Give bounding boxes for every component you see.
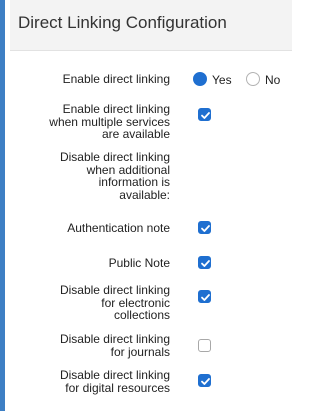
enable-direct-linking-no-label[interactable]: No <box>265 73 280 87</box>
label-line: available: <box>119 187 170 202</box>
journals-checkbox[interactable] <box>198 339 211 352</box>
label-line: for digital resources <box>65 380 170 395</box>
multiple-services-label: Enable direct linking when multiple serv… <box>49 103 170 141</box>
journals-row: Disable direct linking for journals <box>10 333 292 361</box>
digital-resources-checkbox[interactable] <box>198 374 211 387</box>
journals-label: Disable direct linking for journals <box>60 333 170 358</box>
electronic-collections-checkbox[interactable] <box>198 290 211 303</box>
digital-resources-row: Disable direct linking for digital resou… <box>10 369 292 397</box>
label-line: Disable direct linking <box>59 283 170 297</box>
enable-direct-linking-row: Enable direct linking Yes No <box>10 71 292 87</box>
authentication-note-row: Authentication note <box>10 220 292 236</box>
enable-direct-linking-no-radio[interactable] <box>246 72 260 86</box>
electronic-collections-row: Disable direct linking for electronic co… <box>10 284 292 324</box>
additional-info-row: Disable direct linking when additional i… <box>10 151 292 203</box>
electronic-collections-label: Disable direct linking for electronic co… <box>60 284 170 322</box>
label-line: are available <box>101 127 170 141</box>
enable-direct-linking-label: Enable direct linking <box>62 72 170 86</box>
public-note-checkbox[interactable] <box>198 256 211 269</box>
label-line: Disable direct linking <box>59 332 170 346</box>
label-line: Disable direct linking <box>59 368 170 382</box>
multiple-services-checkbox[interactable] <box>198 108 211 121</box>
additional-info-label: Disable direct linking when additional i… <box>60 151 170 201</box>
checkmark-icon <box>201 260 210 267</box>
label-line: Disable direct linking <box>59 150 170 164</box>
label-line: for journals <box>110 344 170 359</box>
public-note-row: Public Note <box>10 255 292 271</box>
direct-linking-panel: Direct Linking Configuration Enable dire… <box>0 0 292 411</box>
digital-resources-label: Disable direct linking for digital resou… <box>60 369 170 394</box>
panel-header: Direct Linking Configuration <box>10 0 292 51</box>
checkmark-icon <box>201 225 210 232</box>
checkmark-icon <box>201 378 210 385</box>
checkmark-icon <box>201 112 210 119</box>
label-line: information is <box>98 175 170 189</box>
checkmark-icon <box>201 294 210 301</box>
label-line: Enable direct linking <box>62 102 170 116</box>
enable-direct-linking-yes-label[interactable]: Yes <box>212 73 232 87</box>
panel-title: Direct Linking Configuration <box>18 13 227 32</box>
authentication-note-label: Authentication note <box>67 221 170 235</box>
public-note-label: Public Note <box>108 256 170 270</box>
authentication-note-checkbox[interactable] <box>198 221 211 234</box>
enable-direct-linking-yes-radio[interactable] <box>193 72 207 86</box>
multiple-services-row: Enable direct linking when multiple serv… <box>10 103 292 143</box>
label-line: collections <box>113 308 170 322</box>
